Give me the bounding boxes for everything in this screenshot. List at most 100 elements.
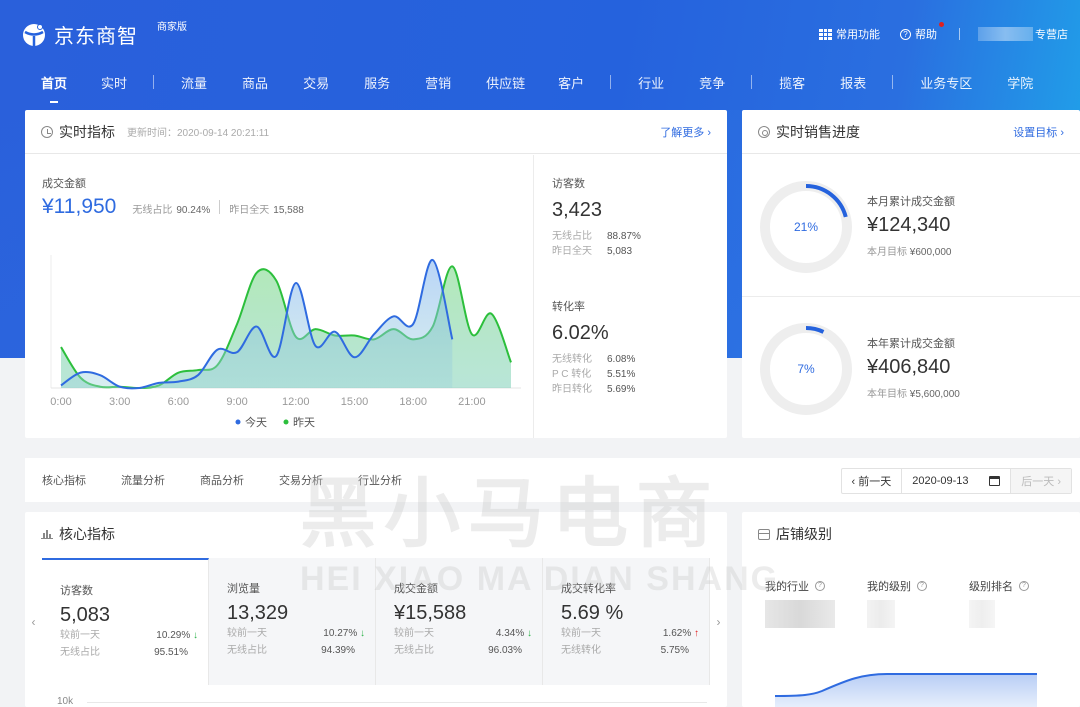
- metric-row-key: 无线转化: [561, 645, 601, 656]
- nav-item-traffic[interactable]: 流量: [181, 73, 207, 92]
- nav-divider: [153, 75, 155, 89]
- metric-row: 无线占比 95.51%: [60, 644, 198, 661]
- month-target-value: ¥600,000: [909, 247, 952, 258]
- row-value: 5,083: [607, 246, 633, 257]
- prev-day-button[interactable]: ‹ 前一天: [842, 469, 903, 493]
- help-icon[interactable]: ?: [917, 581, 927, 591]
- metric-row-value: 5.75%: [660, 645, 689, 656]
- date-value: 2020-09-13: [912, 475, 969, 487]
- nav-item-business-zone[interactable]: 业务专区: [920, 73, 972, 92]
- nav-item-supply-chain[interactable]: 供应链: [486, 73, 525, 92]
- metric-row: 较前一天 4.34% ↓: [394, 625, 532, 642]
- row-value: 6.08%: [607, 354, 636, 365]
- tab-core-metrics[interactable]: 核心指标: [42, 472, 86, 488]
- my-industry: 我的行业?: [765, 578, 867, 628]
- nav-item-service[interactable]: 服务: [364, 73, 390, 92]
- legend-marker: [283, 419, 289, 425]
- x-tick-label: 9:00: [226, 396, 247, 408]
- metric-change: 10.29%: [156, 630, 191, 641]
- logo[interactable]: 京东商智: [22, 20, 138, 49]
- gmv-label: 成交金额: [42, 178, 86, 190]
- row-key: 无线转化: [552, 354, 592, 365]
- nav-divider: [751, 75, 753, 89]
- nav-item-industry[interactable]: 行业: [638, 73, 664, 92]
- nav-item-transactions[interactable]: 交易: [303, 73, 329, 92]
- nav-item-competition[interactable]: 竞争: [699, 73, 725, 92]
- metric-row-value: 96.03%: [488, 645, 522, 656]
- next-day-button[interactable]: 后一天 ›: [1010, 469, 1071, 493]
- realtime-card-header: 实时指标 更新时间：2020-09-14 20:21:11 了解更多 ›: [25, 110, 727, 154]
- year-value: ¥406,840: [867, 356, 951, 378]
- arrow-up-icon: ↑: [694, 628, 699, 639]
- blurred-value: [867, 600, 895, 628]
- nav-divider: [892, 75, 894, 89]
- nav-item-customers[interactable]: 客户: [558, 73, 584, 92]
- row-key: 昨日转化: [552, 384, 592, 395]
- date-input[interactable]: 2020-09-13: [902, 469, 1010, 493]
- metric-label: 浏览量: [227, 583, 260, 595]
- nav-item-realtime[interactable]: 实时: [101, 73, 127, 92]
- analysis-tabbar: 核心指标 流量分析 商品分析 交易分析 行业分析 ‹ 前一天 2020-09-1…: [25, 458, 1080, 502]
- tab-transaction-analysis[interactable]: 交易分析: [279, 472, 323, 488]
- help-icon[interactable]: ?: [815, 581, 825, 591]
- bar-chart-icon: [41, 529, 53, 539]
- y-axis-top-label: 10k: [57, 696, 74, 707]
- logo-icon: [23, 23, 45, 46]
- column-label: 我的级别: [867, 581, 911, 593]
- metric-row-key: 无线占比: [60, 647, 100, 658]
- legend-label: 昨天: [293, 416, 315, 429]
- my-level: 我的级别?: [867, 578, 969, 628]
- year-percent: 7%: [797, 362, 815, 376]
- metric-change: 4.34%: [495, 628, 525, 639]
- metric-change: 10.27%: [323, 628, 358, 639]
- nav-divider: [610, 75, 612, 89]
- row-key: 无线占比: [552, 231, 592, 242]
- nav-item-marketing[interactable]: 营销: [425, 73, 451, 92]
- row-value: 5.69%: [607, 384, 636, 395]
- metric-card-visitors[interactable]: 访客数 5,083 较前一天 10.29% ↓ 无线占比 95.51%: [42, 558, 209, 685]
- notification-dot: [939, 22, 944, 27]
- visitors-value: 3,423: [552, 199, 603, 221]
- metric-row-key: 较前一天: [394, 628, 434, 639]
- set-target-link[interactable]: 设置目标 ›: [1013, 124, 1064, 140]
- store-level-columns: 我的行业? 我的级别? 级别排名?: [765, 578, 1071, 628]
- level-trend-area: [775, 674, 1037, 707]
- carousel-prev-button[interactable]: ‹: [25, 558, 42, 685]
- carousel-next-button[interactable]: ›: [710, 558, 727, 685]
- x-tick-label: 18:00: [399, 396, 427, 408]
- metric-label: 访客数: [60, 585, 93, 597]
- arrow-down-icon: ↓: [360, 628, 365, 639]
- help-icon[interactable]: ?: [1019, 581, 1029, 591]
- main-nav: 首页 实时 流量 商品 交易 服务 营销 供应链 客户 行业 竞争 揽客 报表 …: [0, 62, 1080, 103]
- metric-card-pageviews[interactable]: 浏览量 13,329 较前一天 10.27% ↓ 无线占比 94.39%: [209, 558, 376, 685]
- side-metrics: 访客数 3,423 无线占比 88.87% 昨日全天 5,083 转化率 6.02%…: [533, 155, 727, 438]
- tab-product-analysis[interactable]: 商品分析: [200, 472, 244, 488]
- metric-card-conversion[interactable]: 成交转化率 5.69 % 较前一天 1.62% ↑ 无线转化 5.75%: [543, 558, 710, 685]
- row-value: 88.87%: [607, 231, 641, 242]
- help-button[interactable]: ? 帮助: [900, 22, 944, 42]
- nav-item-products[interactable]: 商品: [242, 73, 268, 92]
- metric-value: 5.69 %: [561, 602, 624, 624]
- level-rank: 级别排名?: [969, 578, 1071, 628]
- column-label: 我的行业: [765, 581, 809, 593]
- x-tick-label: 6:00: [168, 396, 189, 408]
- month-value: ¥124,340: [867, 214, 951, 236]
- store-name-label[interactable]: 专营店: [1035, 26, 1068, 42]
- tab-traffic-analysis[interactable]: 流量分析: [121, 472, 165, 488]
- nav-item-reports[interactable]: 报表: [840, 73, 866, 92]
- metric-value: ¥15,588: [394, 602, 467, 624]
- nav-item-academy[interactable]: 学院: [1007, 73, 1033, 92]
- x-tick-label: 12:00: [282, 396, 310, 408]
- conversion-label: 转化率: [552, 301, 585, 313]
- core-metrics-title: 核心指标: [59, 526, 115, 542]
- gmv-value: ¥11,950: [42, 195, 117, 218]
- nav-item-acquire[interactable]: 揽客: [779, 73, 805, 92]
- common-functions-button[interactable]: 常用功能: [819, 26, 880, 42]
- store-icon: [758, 528, 770, 540]
- tab-industry-analysis[interactable]: 行业分析: [358, 472, 402, 488]
- calendar-icon[interactable]: [989, 476, 1001, 486]
- metric-card-gmv[interactable]: 成交金额 ¥15,588 较前一天 4.34% ↓ 无线占比 96.03%: [376, 558, 543, 685]
- nav-item-home[interactable]: 首页: [41, 73, 67, 103]
- row-key: 昨日全天: [552, 246, 592, 257]
- learn-more-link[interactable]: 了解更多 ›: [660, 124, 711, 140]
